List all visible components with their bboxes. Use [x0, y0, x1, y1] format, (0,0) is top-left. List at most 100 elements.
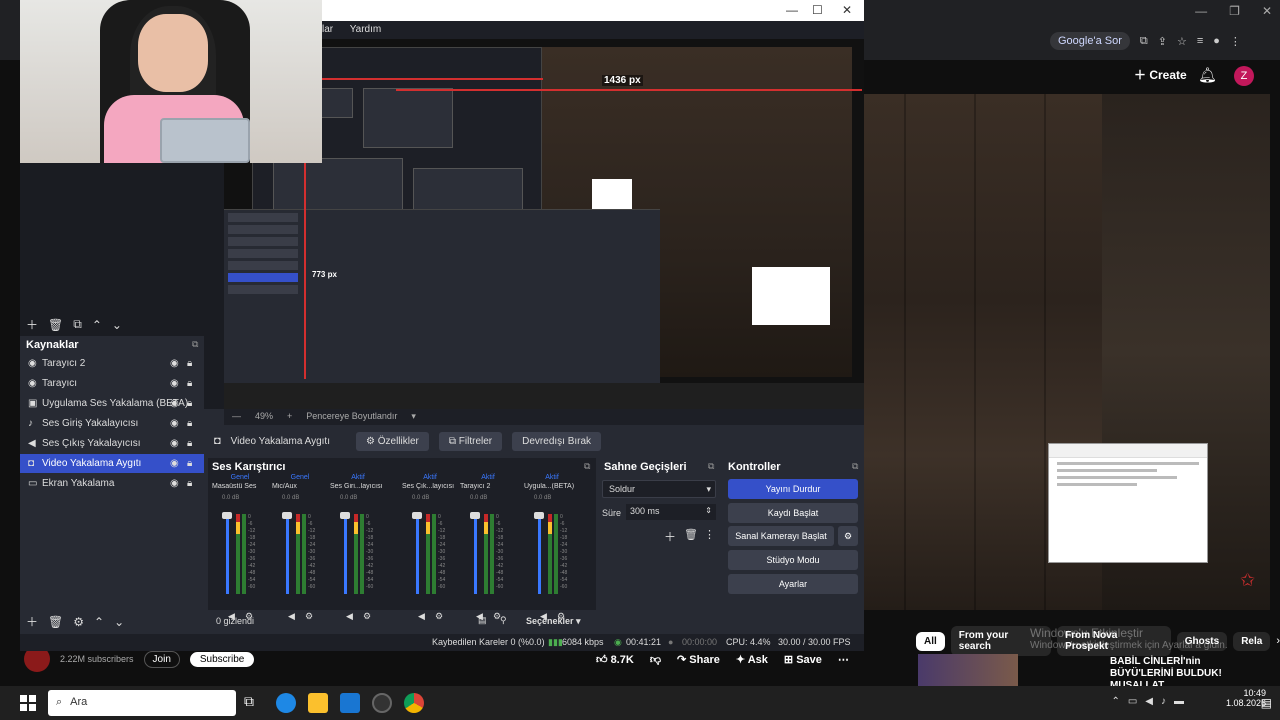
plus-icon[interactable]: +	[287, 411, 292, 423]
gear-icon[interactable]: ⚙︎	[73, 615, 84, 629]
start-record-button[interactable]: Kaydı Başlat	[728, 503, 858, 523]
volume-knob[interactable]	[412, 512, 422, 519]
volume-slider[interactable]	[538, 514, 541, 594]
minimize-icon[interactable]: —	[786, 3, 798, 17]
channel-name[interactable]: Masaüstü Ses	[212, 483, 274, 490]
task-view-icon[interactable]: ⧉	[244, 693, 264, 713]
mixer-options-button[interactable]: Seçenekler ▾	[526, 616, 581, 627]
trash-icon[interactable]: 🗑︎	[48, 318, 63, 332]
dock-float-icon[interactable]: ⧉	[852, 461, 858, 472]
chevron-down-icon[interactable]: ⌄	[114, 615, 124, 629]
subscribe-button[interactable]: Subscribe	[189, 651, 255, 667]
battery-icon[interactable]: ▬	[1174, 696, 1184, 707]
share-button[interactable]: ↷ Share	[677, 653, 720, 666]
lock-icon[interactable]: 🔒︎	[187, 418, 192, 429]
source-item[interactable]: ▣ Uygulama Ses Yakalama (BETA) ◉ 🔒︎	[20, 394, 204, 413]
menu-item-help[interactable]: Yardım	[350, 24, 382, 35]
eye-icon[interactable]: ◉	[170, 438, 179, 449]
minimize-icon[interactable]: —	[1195, 4, 1207, 18]
volume-slider[interactable]	[416, 514, 419, 594]
source-item[interactable]: ▭ Ekran Yakalama ◉ 🔒︎	[20, 474, 204, 493]
notification-icon[interactable]: ▤	[1261, 696, 1272, 710]
eye-icon[interactable]: ◉	[170, 478, 179, 489]
chevron-up-icon[interactable]: ⌃	[94, 615, 104, 629]
recommendation-thumbnail[interactable]	[918, 654, 1018, 688]
volume-knob[interactable]	[340, 512, 350, 519]
close-icon[interactable]: ✕	[1262, 4, 1272, 18]
volume-slider[interactable]	[286, 514, 289, 594]
filter-icon[interactable]: ⧉	[73, 317, 82, 332]
volume-icon[interactable]: ◀︎	[1145, 696, 1153, 707]
obs-icon[interactable]	[372, 693, 392, 713]
source-item[interactable]: ♪ Ses Giriş Yakalayıcısı ◉ 🔒︎	[20, 414, 204, 433]
dislike-icon[interactable]: 👎︎	[650, 653, 661, 666]
channel-name[interactable]: Uygula...(BETA)	[524, 483, 586, 490]
link-icon[interactable]: ⚲	[500, 615, 507, 626]
transition-select[interactable]: Soldur ▾	[602, 480, 716, 498]
source-item[interactable]: ◀︎ Ses Çıkış Yakalayıcısı ◉ 🔒︎	[20, 434, 204, 453]
add-icon[interactable]: ＋	[664, 528, 676, 545]
like-button[interactable]: 👍︎ 8.7K	[596, 653, 634, 666]
save-button[interactable]: ⊞ Save	[784, 653, 822, 666]
duration-input[interactable]: 300 ms ⇕	[626, 504, 716, 520]
lock-icon[interactable]: 🔒︎	[187, 458, 192, 469]
translate-icon[interactable]: ⧉	[1140, 35, 1148, 48]
taskbar-search[interactable]: ⌕ Ara	[48, 690, 236, 716]
volume-knob[interactable]	[534, 512, 544, 519]
settings-button[interactable]: Ayarlar	[728, 574, 858, 594]
add-icon[interactable]: ＋	[26, 316, 38, 333]
eye-icon[interactable]: ◉	[170, 398, 179, 409]
source-item[interactable]: ◉ Tarayıcı ◉ 🔒︎	[20, 374, 204, 393]
volume-knob[interactable]	[222, 512, 232, 519]
ask-button[interactable]: ✦ Ask	[736, 653, 768, 666]
add-icon[interactable]: ＋	[26, 613, 38, 630]
stop-stream-button[interactable]: Yayını Durdur	[728, 479, 858, 499]
mic-icon[interactable]: ♪	[1161, 696, 1166, 707]
close-icon[interactable]: ✕	[842, 3, 852, 17]
channel-name[interactable]: Ses Giri...layıcısı	[330, 483, 392, 490]
volume-slider[interactable]	[226, 514, 229, 594]
volume-knob[interactable]	[470, 512, 480, 519]
chevron-up-icon[interactable]: ⌃	[1111, 696, 1119, 707]
chrome-icon[interactable]	[404, 693, 424, 713]
share-icon[interactable]: ⇪	[1158, 35, 1167, 48]
edge-icon[interactable]	[276, 693, 296, 713]
store-icon[interactable]	[340, 693, 360, 713]
bookmark-star-icon[interactable]: ☆	[1177, 35, 1187, 48]
maximize-icon[interactable]: ☐	[812, 3, 823, 17]
list-icon[interactable]: ▤	[478, 615, 487, 626]
volume-slider[interactable]	[474, 514, 477, 594]
minus-icon[interactable]: —	[232, 411, 241, 423]
create-button[interactable]: ＋ Create	[1134, 66, 1187, 83]
dock-float-icon[interactable]: ⧉	[584, 461, 590, 472]
zoom-mode[interactable]: Pencereye Boyutlandır	[306, 411, 397, 423]
chevron-right-icon[interactable]: ›	[1276, 635, 1280, 647]
filters-button[interactable]: ⧉ Filtreler	[438, 431, 503, 451]
avatar[interactable]: Z	[1234, 66, 1254, 86]
eye-icon[interactable]: ◉	[170, 378, 179, 389]
chevron-down-icon[interactable]: ⌄	[112, 318, 122, 332]
lock-icon[interactable]: 🔒︎	[187, 378, 192, 389]
dock-float-icon[interactable]: ⧉	[708, 461, 714, 472]
chevron-up-icon[interactable]: ⌃	[92, 318, 102, 332]
google-ask-button[interactable]: Google'a Sor	[1050, 32, 1130, 50]
lock-icon[interactable]: 🔒︎	[187, 358, 192, 369]
volume-knob[interactable]	[282, 512, 292, 519]
channel-name[interactable]: Ses Çık...layıcısı	[402, 483, 464, 490]
more-icon[interactable]: ⋯	[838, 653, 849, 666]
more-icon[interactable]: ⋮	[704, 528, 715, 541]
dock-float-icon[interactable]: ⧉	[192, 339, 198, 350]
trash-icon[interactable]: 🗑︎	[684, 528, 698, 541]
lock-icon[interactable]: 🔒︎	[187, 478, 192, 489]
deactivate-button[interactable]: Devredışı Bırak	[512, 431, 602, 451]
menu-item-view[interactable]: lar	[322, 24, 333, 35]
lock-icon[interactable]: 🔒︎	[187, 398, 192, 409]
source-item[interactable]: ◉ Tarayıcı 2 ◉ 🔒︎	[20, 354, 204, 373]
properties-button[interactable]: ⚙︎ Özellikler	[356, 431, 429, 451]
join-button[interactable]: Join	[143, 650, 180, 668]
trash-icon[interactable]: 🗑︎	[48, 615, 63, 629]
volume-slider[interactable]	[344, 514, 347, 594]
studio-mode-button[interactable]: Stüdyo Modu	[728, 550, 858, 570]
eye-icon[interactable]: ◉	[170, 458, 179, 469]
chrome-menu-icon[interactable]: ⋮	[1230, 35, 1241, 48]
